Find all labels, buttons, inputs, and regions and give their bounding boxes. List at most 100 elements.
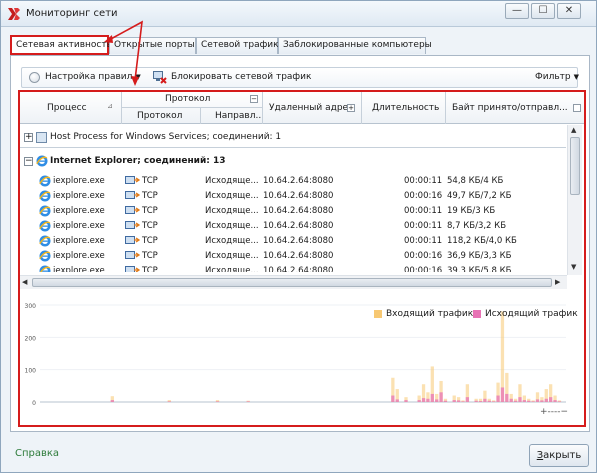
cell-address: 10.64.2.64:8080 (263, 191, 334, 201)
internet-explorer-icon (39, 250, 51, 262)
cell-protocol: TCP (142, 236, 158, 246)
help-link[interactable]: Справка (15, 448, 59, 459)
table-row[interactable]: iexplore.exe TCP Исходяще... 10.64.2.64:808… (20, 189, 566, 204)
cell-duration: 00:00:16 (404, 191, 443, 201)
network-connection-icon (125, 221, 140, 229)
tab-network-traffic[interactable]: Сетевой трафик (196, 37, 279, 54)
cell-direction: Исходяще... (205, 221, 259, 231)
bar-outgoing (535, 399, 540, 402)
table-row[interactable]: iexplore.exe TCP Исходяще... 10.64.2.64:808… (20, 174, 566, 189)
tab-network-activity[interactable]: Сетевая активность (10, 35, 112, 55)
cell-protocol: TCP (142, 206, 158, 216)
cell-address: 10.64.2.64:8080 (263, 251, 334, 261)
scrollbar-thumb[interactable] (570, 137, 580, 195)
rules-settings-button[interactable]: Настройка правил ▼ (45, 72, 141, 82)
bar-outgoing (426, 398, 430, 402)
zoom-track[interactable]: ---- (548, 407, 561, 417)
column-remote-address[interactable]: Удаленный адрес (269, 103, 353, 113)
group-row-internet-explorer[interactable]: − Internet Explorer; соединений: 13 (20, 153, 566, 171)
rules-settings-label: Настройка правил (45, 72, 133, 82)
filter-label: Фильтр (535, 72, 571, 82)
table-row[interactable]: iexplore.exe TCP Исходяще... 10.64.2.64:808… (20, 264, 566, 272)
bar-outgoing (452, 400, 456, 402)
table-row[interactable]: iexplore.exe TCP Исходяще... 10.64.2.64:808… (20, 204, 566, 219)
network-connection-icon (125, 206, 140, 214)
window-title: Мониторинг сети (26, 8, 118, 19)
bar-outgoing (435, 399, 439, 402)
table-row[interactable]: iexplore.exe TCP Исходяще... 10.64.2.64:808… (20, 234, 566, 249)
cell-process: iexplore.exe (53, 221, 105, 231)
column-protocol[interactable]: Протокол (137, 111, 182, 121)
bar-outgoing (456, 400, 461, 402)
group-row-svchost[interactable]: + Host Process for Windows Services; сое… (20, 129, 566, 147)
horizontal-scrollbar[interactable]: ◀ ▶ (20, 275, 567, 289)
column-duration[interactable]: Длительность (372, 103, 439, 113)
bar-outgoing (404, 400, 408, 402)
close-window-button[interactable]: ✕ (557, 3, 581, 19)
column-options-icon[interactable] (573, 104, 581, 112)
bar-outgoing (391, 395, 395, 402)
expand-icon[interactable]: + (24, 133, 33, 142)
internet-explorer-icon (39, 190, 51, 202)
cell-protocol: TCP (142, 221, 158, 231)
column-group-protocol[interactable]: Протокол (165, 94, 210, 104)
zoom-in-icon[interactable]: + (540, 407, 548, 417)
divider (200, 108, 201, 124)
table-row[interactable]: iexplore.exe TCP Исходяще... 10.64.2.64:808… (20, 249, 566, 264)
column-process[interactable]: Процесс (47, 103, 87, 113)
vertical-scrollbar[interactable]: ▲ ▼ (567, 125, 582, 275)
cell-address: 10.64.2.64:8080 (263, 221, 334, 231)
divider (121, 92, 122, 124)
service-process-icon (36, 132, 47, 143)
cell-duration: 00:00:11 (404, 176, 443, 186)
column-direction[interactable]: Направл... (215, 111, 264, 121)
cell-process: iexplore.exe (53, 266, 105, 272)
bar-outgoing (465, 397, 470, 402)
column-bytes[interactable]: Байт принято/отправл... (452, 103, 568, 113)
scroll-down-icon[interactable]: ▼ (571, 263, 576, 271)
bar-outgoing (531, 401, 535, 402)
y-tick-label: 100 (25, 368, 37, 375)
tab-blocked-computers[interactable]: Заблокированные компьютеры (278, 37, 432, 54)
close-button[interactable]: Закрыть (529, 444, 589, 467)
cell-process: iexplore.exe (53, 251, 105, 261)
scroll-left-icon[interactable]: ◀ (22, 278, 27, 286)
rules-settings-icon[interactable] (29, 72, 40, 83)
filter-button[interactable]: Фильтр ▼ (535, 72, 579, 82)
chart-zoom-control[interactable]: +----− (540, 407, 568, 417)
cell-bytes: 36,9 КБ/3,3 КБ (447, 251, 512, 261)
y-tick-label: 0 (32, 400, 36, 407)
tab-open-ports[interactable]: Открытые порты (109, 37, 196, 54)
y-tick-label: 200 (25, 335, 37, 342)
title-bar: Мониторинг сети — ☐ ✕ (1, 1, 596, 27)
cell-direction: Исходяще... (205, 206, 259, 216)
internet-explorer-icon (39, 175, 51, 187)
block-traffic-button[interactable]: Блокировать сетевой трафик (171, 72, 311, 82)
collapse-icon[interactable]: − (24, 157, 33, 166)
bar-outgoing (110, 400, 114, 402)
legend-outgoing: Исходящий трафик (485, 309, 578, 319)
bar-outgoing (483, 398, 487, 402)
table-row[interactable]: iexplore.exe TCP Исходяще... 10.64.2.64:808… (20, 219, 566, 234)
bar-outgoing (474, 400, 478, 402)
cell-direction: Исходяще... (205, 176, 259, 186)
collapse-group-icon[interactable]: − (250, 95, 258, 103)
group-label: Internet Explorer; соединений: 13 (50, 156, 226, 166)
bar-outgoing (215, 401, 220, 402)
scroll-up-icon[interactable]: ▲ (571, 126, 576, 134)
network-connection-icon (125, 251, 140, 259)
internet-explorer-icon (39, 220, 51, 232)
bar-outgoing (527, 400, 531, 402)
cell-address: 10.64.2.64:8080 (263, 206, 334, 216)
scroll-right-icon[interactable]: ▶ (555, 278, 560, 286)
scrollbar-thumb[interactable] (32, 278, 552, 287)
maximize-button[interactable]: ☐ (531, 3, 555, 19)
minimize-button[interactable]: — (505, 3, 529, 19)
bar-outgoing (522, 400, 526, 402)
expand-column-icon[interactable]: + (347, 104, 355, 112)
cell-bytes: 19 КБ/3 КБ (447, 206, 496, 216)
bar-outgoing (540, 400, 544, 402)
cell-direction: Исходяще... (205, 266, 259, 272)
bar-outgoing (246, 401, 250, 402)
zoom-out-icon[interactable]: − (561, 407, 569, 417)
